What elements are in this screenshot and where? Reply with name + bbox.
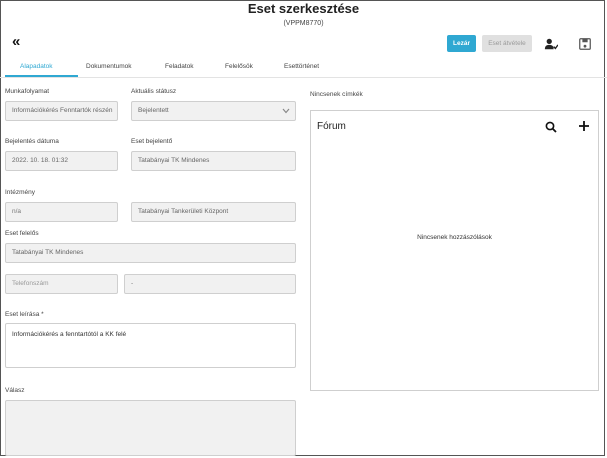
workflow-field[interactable]: Információkérés Fenntartók részén bbox=[5, 101, 118, 121]
search-icon[interactable] bbox=[545, 121, 557, 133]
back-icon[interactable]: « bbox=[12, 34, 20, 50]
workflow-label: Munkafolyamat bbox=[5, 88, 50, 95]
description-label: Eset leírása * bbox=[5, 311, 44, 318]
close-case-button[interactable]: Lezár bbox=[447, 35, 476, 52]
forum-title: Fórum bbox=[317, 121, 346, 132]
reporter-field[interactable]: Tatabányai TK Mindenes bbox=[131, 151, 296, 171]
phone-secondary-field[interactable]: - bbox=[124, 274, 296, 294]
no-comments-text: Nincsenek hozzászólások bbox=[417, 234, 492, 241]
case-id: (VPPM8770) bbox=[283, 20, 324, 27]
no-tags-text: Nincsenek címkék bbox=[310, 91, 363, 98]
institution-label: Intézmény bbox=[5, 189, 35, 196]
take-case-button[interactable]: Eset átvétele bbox=[482, 35, 532, 52]
tab-divider bbox=[0, 77, 607, 78]
description-textarea[interactable]: Információkérés a fenntartótól a KK felé bbox=[5, 323, 296, 368]
tab-history[interactable]: Esettörténet bbox=[284, 63, 319, 70]
tab-basic-data[interactable]: Alapadatok bbox=[20, 63, 53, 70]
status-label: Aktuális státusz bbox=[131, 88, 177, 95]
tab-bar: Alapadatok Dokumentumok Feladatok Felelő… bbox=[0, 61, 607, 78]
chevron-down-icon bbox=[282, 108, 290, 114]
phone-field[interactable]: Telefonszám bbox=[5, 274, 118, 294]
forum-panel: Fórum Nincsenek hozzászólások bbox=[310, 110, 599, 391]
answer-label: Válasz bbox=[5, 387, 25, 394]
save-icon[interactable] bbox=[578, 37, 592, 51]
institution-field[interactable]: n/a bbox=[5, 202, 118, 222]
tab-tasks[interactable]: Feladatok bbox=[165, 63, 194, 70]
reporter-label: Eset bejelentő bbox=[131, 138, 173, 145]
status-value: Bejelentett bbox=[138, 107, 169, 114]
institution-name-field[interactable]: Tatabányai Tankerületi Központ bbox=[131, 202, 296, 222]
status-select[interactable]: Bejelentett bbox=[131, 101, 296, 121]
page-title: Eset szerkesztése bbox=[247, 1, 360, 16]
report-date-field[interactable]: 2022. 10. 18. 01:32 bbox=[5, 151, 118, 171]
responsible-field[interactable]: Tatabányai TK Mindenes bbox=[5, 243, 296, 263]
answer-textarea[interactable] bbox=[5, 400, 296, 456]
tab-documents[interactable]: Dokumentumok bbox=[86, 63, 132, 70]
report-date-label: Bejelentés dátuma bbox=[5, 138, 59, 145]
assign-user-icon[interactable] bbox=[544, 37, 558, 51]
tab-responsibles[interactable]: Felelősök bbox=[225, 63, 253, 70]
add-icon[interactable] bbox=[578, 120, 590, 132]
responsible-label: Eset felelős bbox=[5, 230, 39, 237]
